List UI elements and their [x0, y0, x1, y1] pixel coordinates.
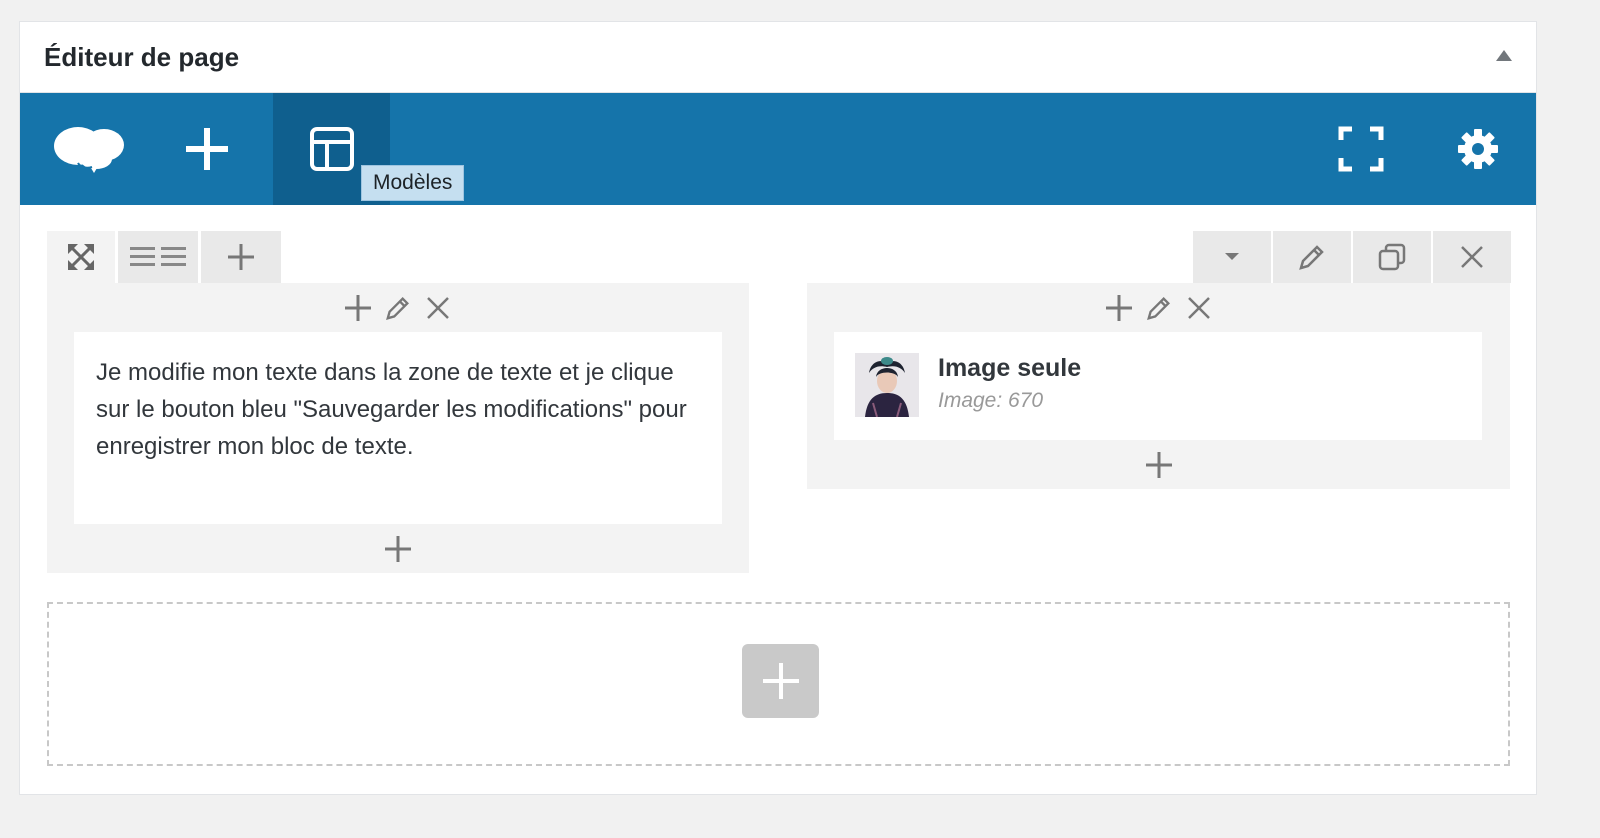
collapse-toggle-icon[interactable] [1496, 50, 1512, 61]
text-widget[interactable]: Je modifie mon texte dans la zone de tex… [74, 332, 722, 524]
pencil-icon [386, 297, 409, 320]
fullscreen-icon [1338, 126, 1383, 172]
edit-row-button[interactable] [1273, 231, 1351, 283]
gear-icon [1457, 129, 1498, 169]
add-widget-below-button[interactable] [1141, 447, 1177, 483]
layouts-tooltip: Modèles [361, 165, 465, 201]
image-widget[interactable]: Image seule Image: 670 [834, 332, 1482, 440]
text-widget-content: Je modifie mon texte dans la zone de tex… [96, 359, 687, 460]
plus-icon [228, 244, 254, 270]
image-thumbnail-graphic [855, 353, 919, 417]
row-tools-right [1191, 231, 1511, 283]
edit-widget-button[interactable] [381, 291, 415, 325]
plus-icon [345, 295, 371, 321]
widget-actions [341, 291, 455, 325]
cell-left: Je modifie mon texte dans la zone de tex… [47, 283, 749, 573]
panel-header: Éditeur de page [20, 22, 1536, 93]
widget-actions [1102, 291, 1216, 325]
close-icon [1187, 297, 1210, 319]
pencil-icon [1146, 297, 1170, 320]
image-thumbnail [855, 353, 919, 417]
plus-icon [185, 128, 228, 170]
caret-down-icon [1225, 253, 1239, 260]
builder-toolbar: Modèles [20, 93, 1536, 205]
settings-button[interactable] [1419, 93, 1536, 205]
layout-icon [309, 127, 354, 171]
columns-button[interactable] [118, 231, 198, 283]
delete-widget-button[interactable] [1182, 291, 1216, 325]
add-row-dropzone[interactable] [47, 602, 1510, 766]
siteorigin-cloud-logo-icon [53, 127, 124, 173]
add-column-button[interactable] [201, 231, 281, 283]
image-widget-subtitle: Image: 670 [938, 389, 1044, 412]
logo-button[interactable] [30, 93, 147, 205]
add-row-button[interactable] [742, 644, 819, 718]
fullscreen-button[interactable] [1302, 93, 1419, 205]
image-widget-title: Image seule [938, 354, 1082, 382]
plus-icon [385, 536, 411, 562]
edit-widget-button[interactable] [1142, 291, 1176, 325]
plus-icon [1145, 452, 1172, 478]
add-widget-button[interactable] [1102, 291, 1136, 325]
columns-icon [130, 247, 186, 266]
pencil-icon [1299, 245, 1324, 270]
duplicate-icon [1378, 243, 1406, 271]
close-icon [427, 297, 449, 319]
delete-widget-button[interactable] [421, 291, 455, 325]
delete-row-button[interactable] [1433, 231, 1511, 283]
add-widget-button[interactable] [341, 291, 375, 325]
close-icon [1461, 246, 1483, 268]
cell-right: Image seule Image: 670 [807, 283, 1510, 489]
move-icon [68, 244, 94, 270]
plus-icon [1105, 295, 1132, 321]
row-menu-button[interactable] [1193, 231, 1271, 283]
plus-icon [762, 663, 799, 699]
panel-title: Éditeur de page [44, 42, 240, 72]
move-row-button[interactable] [47, 231, 115, 283]
duplicate-row-button[interactable] [1353, 231, 1431, 283]
add-widget-below-button[interactable] [380, 531, 416, 567]
row-tools-left [47, 231, 284, 283]
add-widget-button[interactable] [148, 93, 265, 205]
page-editor-panel: Éditeur de page Modèles Je modifie mon t… [19, 21, 1537, 795]
